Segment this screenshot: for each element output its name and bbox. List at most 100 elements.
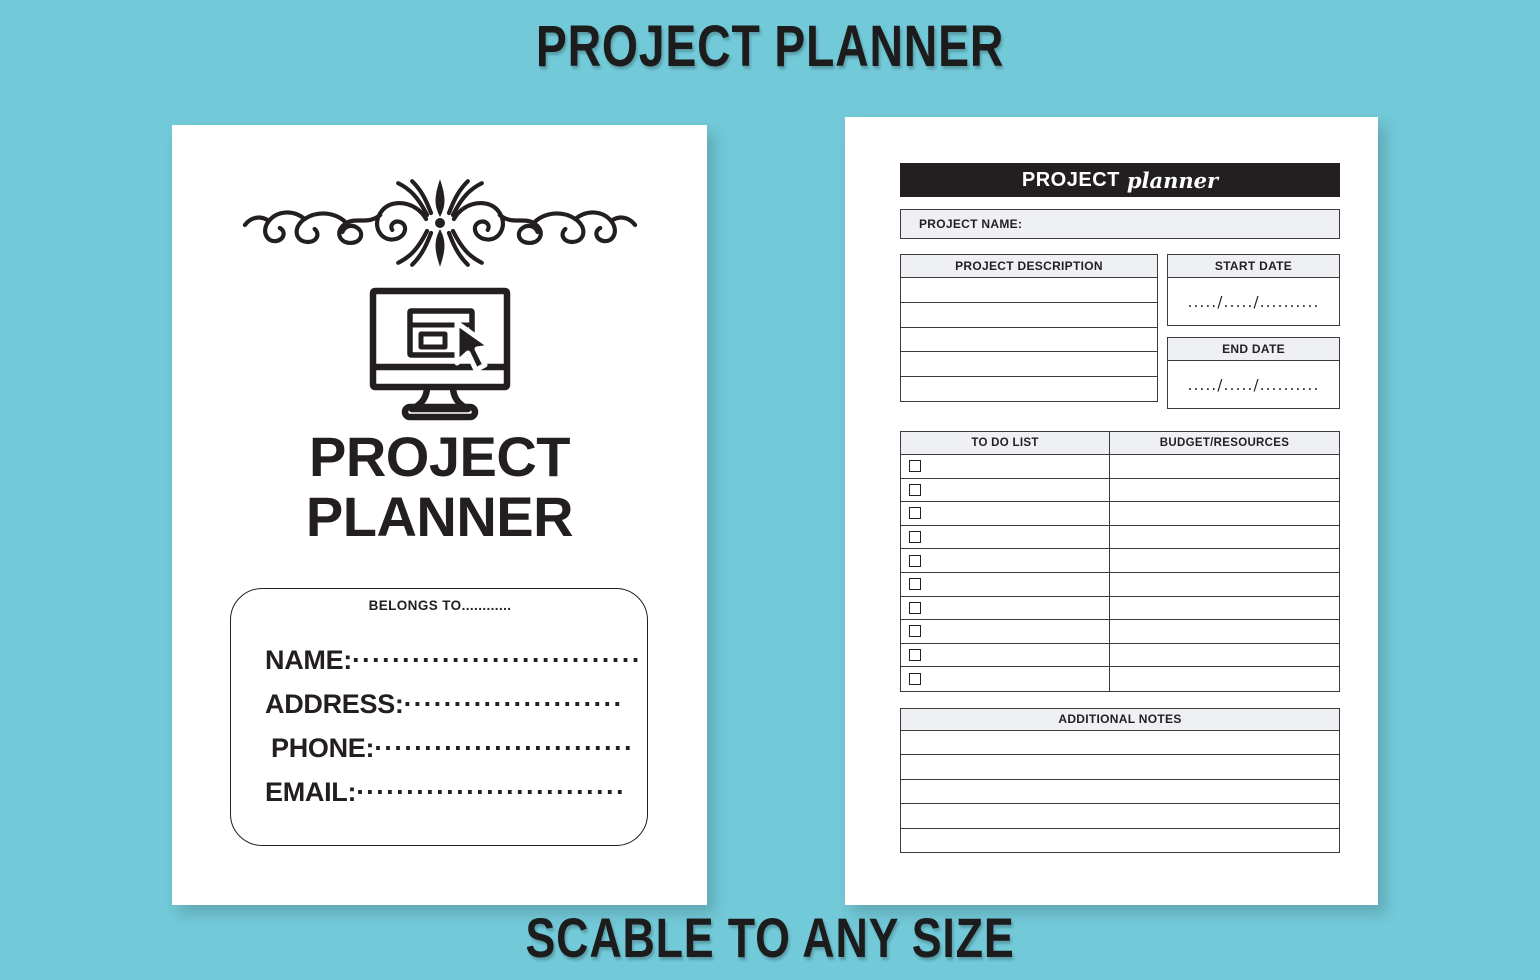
checkbox-icon[interactable] <box>909 531 921 544</box>
table-row[interactable] <box>901 643 1339 668</box>
start-date-field[interactable]: ...../...../.......... <box>1167 278 1340 326</box>
budget-cell[interactable] <box>1110 526 1339 549</box>
todo-cell[interactable] <box>901 572 1110 596</box>
budget-cell[interactable] <box>1110 573 1339 596</box>
table-row[interactable] <box>901 549 1339 573</box>
budget-cell[interactable] <box>1110 455 1339 478</box>
table-row[interactable] <box>901 502 1339 526</box>
todo-budget-rows <box>901 455 1339 691</box>
checkbox-icon[interactable] <box>909 601 921 614</box>
end-date-value: ...../...../.......... <box>1187 375 1320 394</box>
cover-page: PROJECT PLANNER BELONGS TO............ N… <box>172 125 707 905</box>
table-row[interactable] <box>901 620 1339 644</box>
phone-field-label: PHONE: <box>271 733 375 763</box>
name-field-row[interactable]: NAME: ····························· <box>231 645 649 689</box>
page-title: PROJECT PLANNER <box>172 427 707 547</box>
table-row[interactable] <box>901 596 1339 621</box>
interior-page: PROJECT planner PROJECT NAME: PROJECT DE… <box>845 117 1378 905</box>
todo-column-header: TO DO LIST <box>901 432 1110 454</box>
checkbox-icon[interactable] <box>909 507 921 520</box>
checkbox-icon[interactable] <box>909 578 921 591</box>
name-field-label: NAME: <box>265 645 352 675</box>
todo-cell[interactable] <box>901 525 1110 549</box>
poster-title-bottom: SCABLE TO ANY SIZE <box>525 906 1015 969</box>
additional-notes-header: ADDITIONAL NOTES <box>900 707 1340 731</box>
description-line[interactable] <box>901 377 1157 402</box>
budget-cell[interactable] <box>1110 644 1339 667</box>
todo-budget-table-header: TO DO LIST BUDGET/RESOURCES <box>901 432 1339 455</box>
description-line[interactable] <box>901 352 1157 378</box>
interior-header-bold: PROJECT <box>1021 168 1120 191</box>
dates-section: START DATE ...../...../.......... END DA… <box>1167 254 1340 409</box>
email-field-row[interactable]: EMAIL: ··························· <box>231 777 649 821</box>
notes-line[interactable] <box>901 755 1339 780</box>
todo-cell[interactable] <box>901 455 1110 478</box>
phone-field-row[interactable]: PHONE: ·························· <box>231 733 649 777</box>
notes-line[interactable] <box>901 804 1339 829</box>
todo-cell[interactable] <box>901 596 1110 620</box>
table-row[interactable] <box>901 525 1339 550</box>
page-title-line1: PROJECT <box>309 425 571 488</box>
description-line[interactable] <box>901 303 1157 328</box>
budget-cell[interactable] <box>1110 620 1339 643</box>
todo-cell[interactable] <box>901 643 1110 667</box>
project-name-label: PROJECT NAME: <box>919 217 1023 231</box>
page-title-line2: PLANNER <box>305 485 574 548</box>
flourish-divider-ornament <box>242 179 637 267</box>
project-name-field[interactable]: PROJECT NAME: <box>900 209 1340 239</box>
end-date-field[interactable]: ...../...../.......... <box>1167 361 1340 409</box>
table-row[interactable] <box>901 572 1339 597</box>
todo-budget-table: TO DO LIST BUDGET/RESOURCES <box>900 431 1340 692</box>
description-line[interactable] <box>901 328 1157 353</box>
address-field-row[interactable]: ADDRESS: ······················ <box>231 689 649 733</box>
todo-cell[interactable] <box>901 667 1110 691</box>
end-date-header: END DATE <box>1167 337 1340 361</box>
project-description-header: PROJECT DESCRIPTION <box>900 254 1158 278</box>
checkbox-icon[interactable] <box>909 625 921 638</box>
address-field-dots: ······················ <box>403 689 624 719</box>
todo-cell[interactable] <box>901 478 1110 502</box>
project-description-lines[interactable] <box>900 278 1158 402</box>
belongs-to-label: BELONGS TO............ <box>368 598 512 613</box>
end-date-label: END DATE <box>1222 342 1285 356</box>
name-field-dots: ····························· <box>352 645 639 675</box>
todo-cell[interactable] <box>901 502 1110 525</box>
interior-header-bar: PROJECT planner <box>900 163 1340 197</box>
project-description-label: PROJECT DESCRIPTION <box>955 259 1103 273</box>
budget-cell[interactable] <box>1110 502 1339 525</box>
table-row[interactable] <box>901 455 1339 479</box>
additional-notes-label: ADDITIONAL NOTES <box>1058 712 1182 727</box>
owner-fields: NAME: ····························· ADDR… <box>231 645 649 821</box>
start-date-label: START DATE <box>1214 259 1293 273</box>
notes-line[interactable] <box>901 731 1339 756</box>
interior-content: PROJECT planner PROJECT NAME: PROJECT DE… <box>900 163 1340 853</box>
description-line[interactable] <box>901 278 1157 303</box>
monitor-cursor-icon <box>369 287 510 421</box>
checkbox-icon[interactable] <box>909 673 921 686</box>
notes-line[interactable] <box>901 829 1339 853</box>
budget-cell[interactable] <box>1110 667 1339 691</box>
notes-line[interactable] <box>901 780 1339 805</box>
table-row[interactable] <box>901 478 1339 503</box>
budget-cell[interactable] <box>1110 597 1339 620</box>
email-field-label: EMAIL: <box>265 777 357 807</box>
project-description-section: PROJECT DESCRIPTION <box>900 254 1158 409</box>
checkbox-icon[interactable] <box>909 460 921 473</box>
todo-cell[interactable] <box>901 549 1110 572</box>
phone-field-dots: ·························· <box>374 733 634 763</box>
poster-title-top: PROJECT PLANNER <box>535 14 1005 79</box>
checkbox-icon[interactable] <box>909 554 921 567</box>
description-and-dates: PROJECT DESCRIPTION START DATE ...../...… <box>900 254 1340 409</box>
poster-canvas: PROJECT PLANNER PROJECT PLANNER BELONGS … <box>0 0 1540 980</box>
email-field-dots: ··························· <box>356 777 626 807</box>
checkbox-icon[interactable] <box>909 649 921 662</box>
todo-cell[interactable] <box>901 620 1110 643</box>
budget-column-label: BUDGET/RESOURCES <box>1159 437 1290 449</box>
owner-info-box: BELONGS TO............ NAME: ···········… <box>230 588 648 846</box>
table-row[interactable] <box>901 667 1339 691</box>
start-date-header: START DATE <box>1167 254 1340 278</box>
checkbox-icon[interactable] <box>909 483 921 496</box>
budget-cell[interactable] <box>1110 479 1339 502</box>
additional-notes-lines[interactable] <box>900 730 1340 853</box>
budget-cell[interactable] <box>1110 549 1339 572</box>
